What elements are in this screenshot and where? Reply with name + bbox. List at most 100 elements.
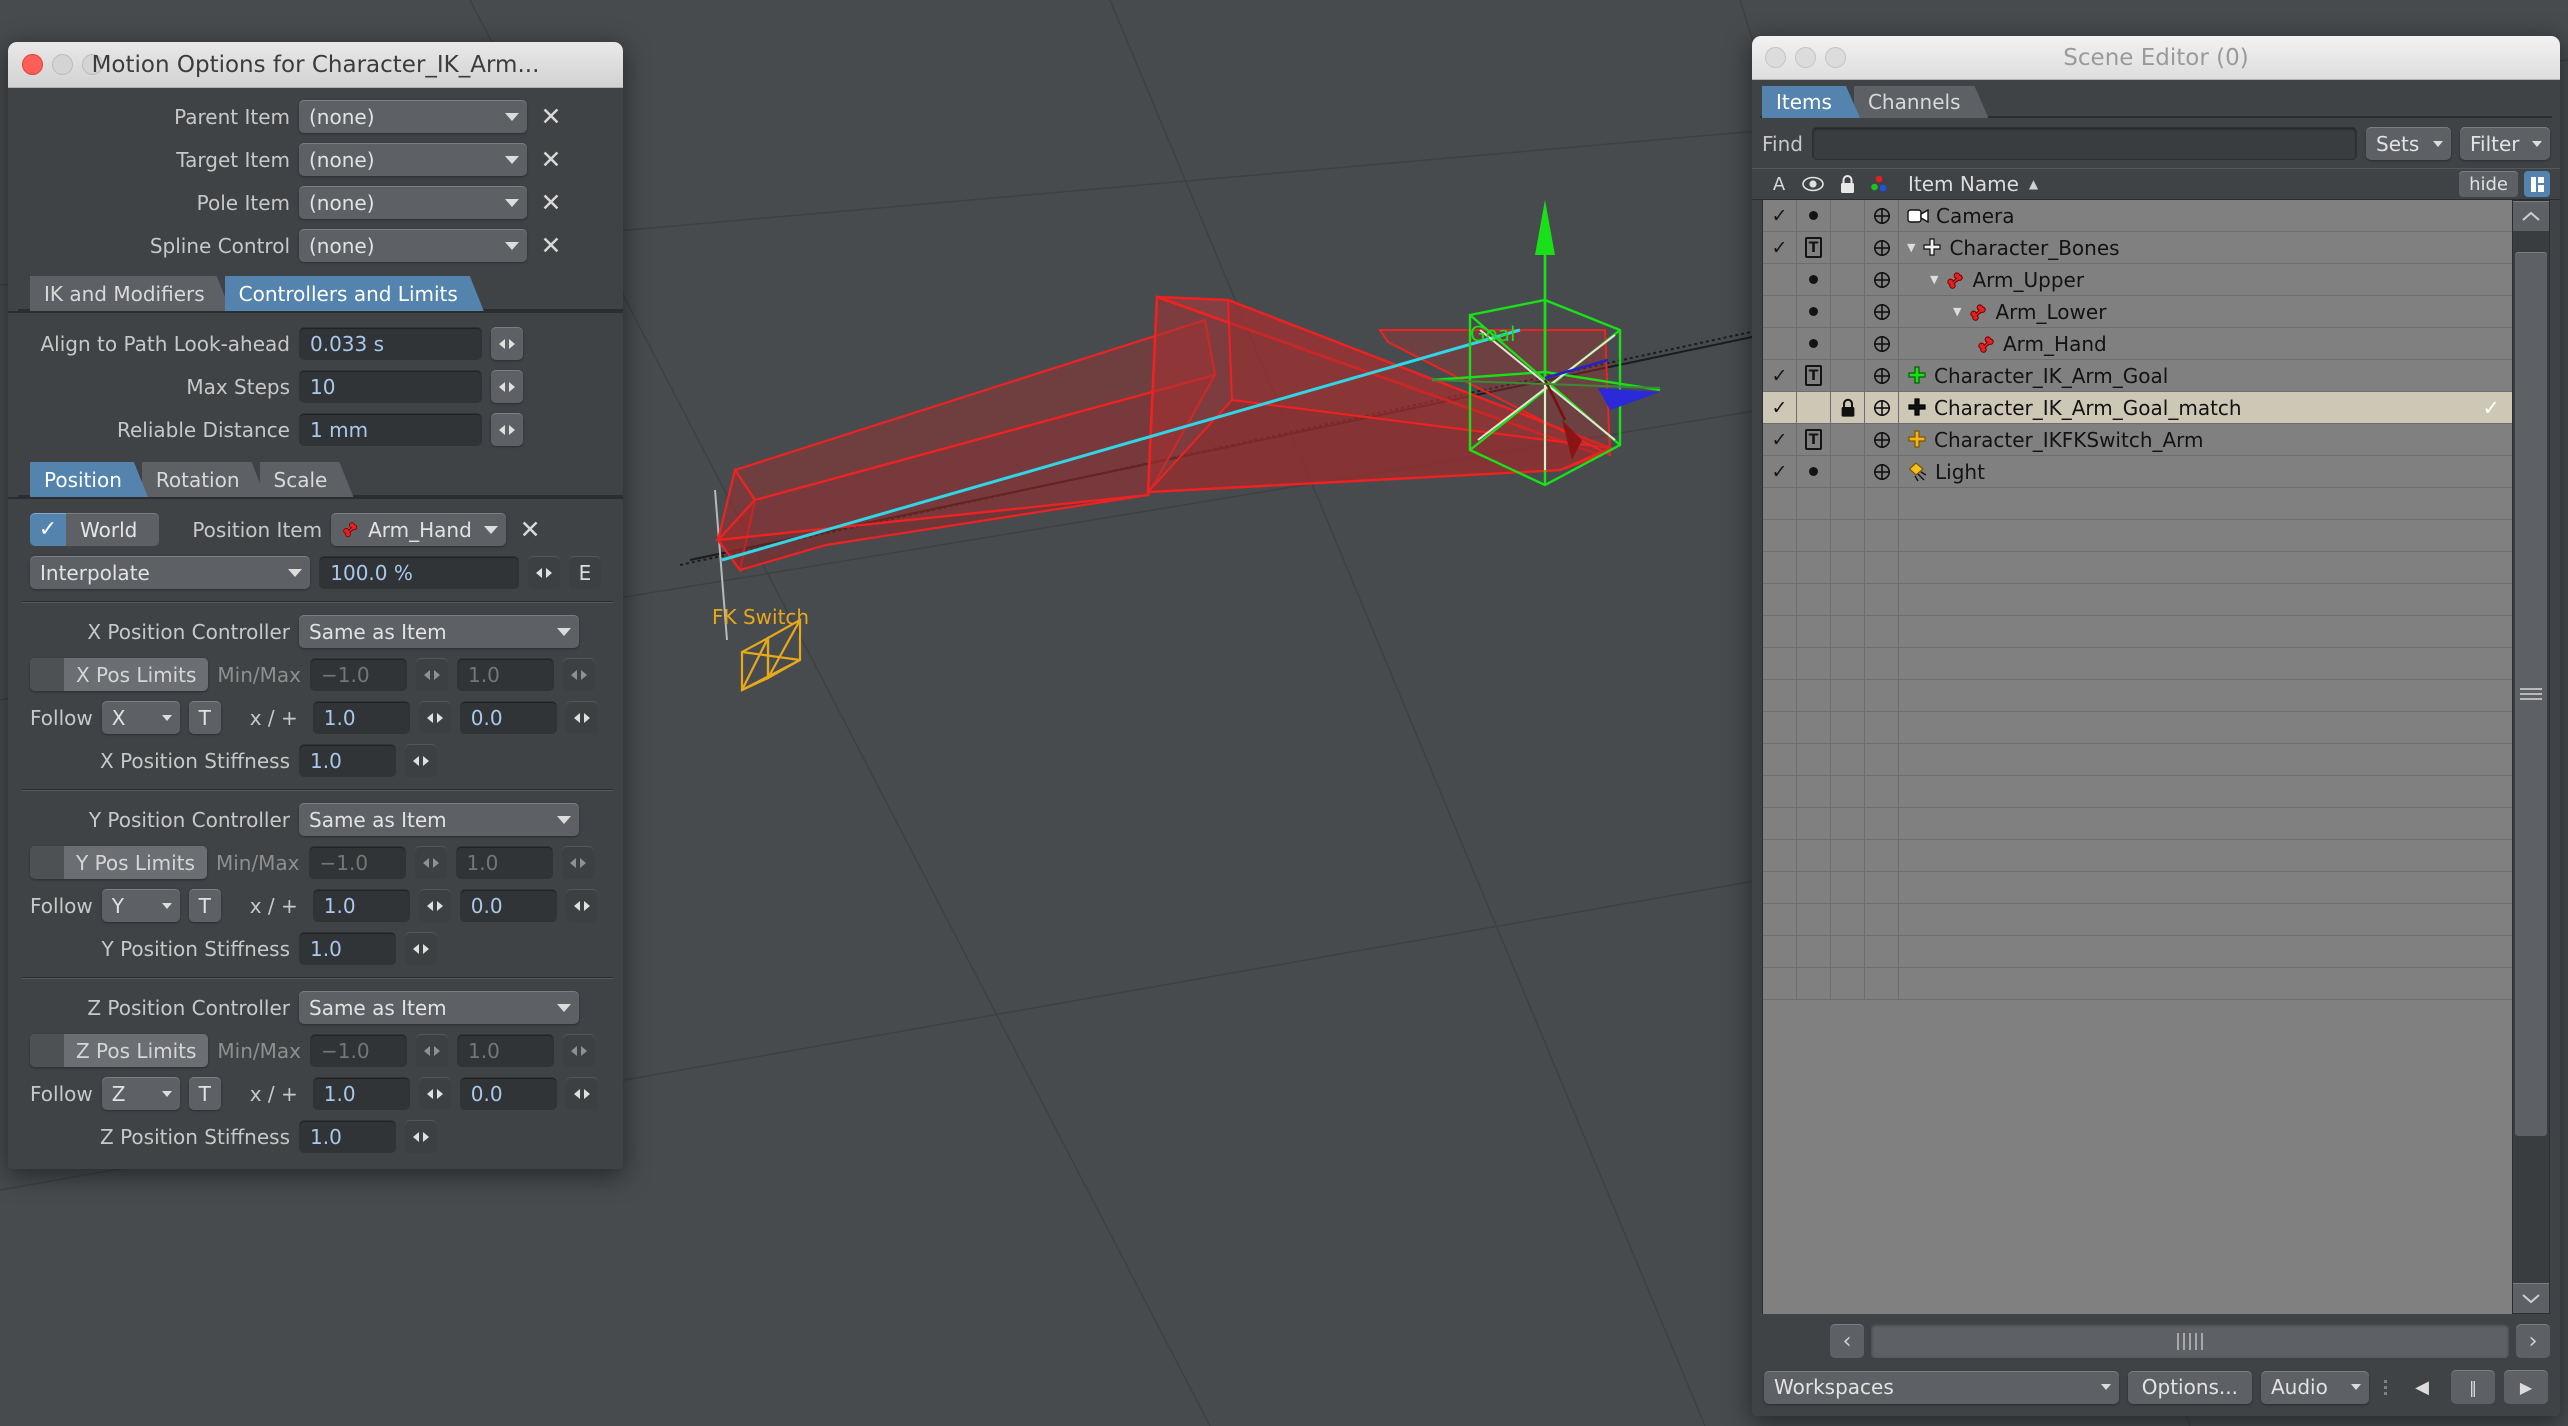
row-pivot-toggle[interactable]	[1865, 200, 1899, 231]
world-checkbox-group[interactable]: ✓ World	[30, 513, 160, 546]
x-pos-limits-checkbox[interactable]	[30, 658, 64, 691]
options-button[interactable]: Options...	[2127, 1370, 2252, 1404]
y-min-spinner[interactable]	[414, 846, 447, 879]
row-active-toggle[interactable]	[1763, 296, 1797, 327]
table-row[interactable]: ▼ Arm_Lower	[1763, 296, 2512, 328]
tab-ik-and-modifiers[interactable]: IK and Modifiers	[30, 276, 231, 311]
close-button[interactable]	[1765, 47, 1786, 68]
table-row[interactable]: ✓ Camera	[1763, 200, 2512, 232]
row-visibility-toggle[interactable]	[1797, 200, 1831, 231]
pole-item-clear-button[interactable]: ✕	[536, 188, 566, 218]
motion-options-window[interactable]: Motion Options for Character_IK_Arm... P…	[8, 42, 623, 1169]
play-button[interactable]: ▶	[2504, 1370, 2548, 1404]
y-position-stiffness-input[interactable]: 1.0	[299, 932, 396, 965]
z-pos-limits-toggle[interactable]: Z Pos Limits	[30, 1034, 209, 1067]
motion-options-titlebar[interactable]: Motion Options for Character_IK_Arm...	[8, 42, 623, 88]
table-row-empty[interactable]	[1763, 552, 2512, 584]
z-max-input[interactable]: 1.0	[457, 1034, 554, 1067]
position-item-clear-button[interactable]: ✕	[515, 515, 545, 545]
row-lock-toggle[interactable]	[1831, 200, 1865, 231]
table-row[interactable]: ▼ Arm_Upper	[1763, 264, 2512, 296]
z-position-stiffness-spinner[interactable]	[405, 1120, 437, 1153]
z-pos-limits-checkbox[interactable]	[30, 1034, 64, 1067]
row-name-cell[interactable]: Camera	[1899, 204, 2512, 228]
align-path-lookahead-spinner[interactable]	[491, 327, 523, 360]
y-multiplier-input[interactable]: 1.0	[312, 889, 410, 922]
tab-controllers-and-limits[interactable]: Controllers and Limits	[225, 276, 484, 311]
z-multiplier-spinner[interactable]	[418, 1077, 451, 1110]
row-visibility-toggle[interactable]: T	[1797, 360, 1831, 391]
maximize-button[interactable]	[82, 54, 103, 75]
horizontal-scroll-thumb[interactable]	[1871, 1324, 2509, 1358]
max-steps-spinner[interactable]	[491, 370, 523, 403]
y-max-input[interactable]: 1.0	[455, 846, 553, 879]
row-pivot-toggle[interactable]	[1865, 360, 1899, 391]
close-button[interactable]	[22, 54, 43, 75]
row-active-toggle[interactable]: ✓	[1763, 360, 1797, 391]
row-name-cell[interactable]: Character_IK_Arm_Goal_match ✓	[1899, 396, 2512, 420]
row-visibility-toggle[interactable]	[1797, 392, 1831, 423]
x-max-spinner[interactable]	[563, 658, 595, 691]
table-row[interactable]: ✓ Light	[1763, 456, 2512, 488]
z-time-button[interactable]: T	[188, 1077, 221, 1110]
row-active-toggle[interactable]: ✓	[1763, 232, 1797, 263]
x-offset-spinner[interactable]	[565, 701, 598, 734]
x-min-input[interactable]: −1.0	[310, 658, 407, 691]
y-pos-limits-toggle[interactable]: Y Pos Limits	[30, 846, 207, 879]
step-back-button[interactable]: ◀	[2402, 1377, 2442, 1398]
table-row-empty[interactable]	[1763, 712, 2512, 744]
z-max-spinner[interactable]	[563, 1034, 595, 1067]
sort-ascending-icon[interactable]: ▲	[2029, 177, 2038, 191]
z-min-input[interactable]: −1.0	[310, 1034, 407, 1067]
minimize-button[interactable]	[1795, 47, 1816, 68]
position-item-dropdown[interactable]: Arm_Hand	[331, 513, 507, 546]
table-row-empty[interactable]	[1763, 744, 2512, 776]
row-pivot-toggle[interactable]	[1865, 328, 1899, 359]
x-follow-axis-dropdown[interactable]: X	[101, 701, 180, 734]
z-follow-axis-dropdown[interactable]: Z	[101, 1077, 180, 1110]
table-row[interactable]: Arm_Hand	[1763, 328, 2512, 360]
z-offset-spinner[interactable]	[565, 1077, 598, 1110]
row-pivot-toggle[interactable]	[1865, 424, 1899, 455]
table-row[interactable]: ✓ T Character_IK_Arm_Goal	[1763, 360, 2512, 392]
row-active-toggle[interactable]: ✓	[1763, 456, 1797, 487]
table-row-empty[interactable]	[1763, 840, 2512, 872]
x-multiplier-spinner[interactable]	[418, 701, 451, 734]
z-position-stiffness-input[interactable]: 1.0	[299, 1120, 396, 1153]
expander-triangle-icon[interactable]: ▼	[1953, 306, 1961, 317]
tab-position[interactable]: Position	[30, 462, 148, 497]
expander-triangle-icon[interactable]: ▼	[1930, 274, 1938, 285]
y-min-input[interactable]: −1.0	[308, 846, 406, 879]
table-row-empty[interactable]	[1763, 872, 2512, 904]
y-max-spinner[interactable]	[561, 846, 594, 879]
minimize-button[interactable]	[52, 54, 73, 75]
spline-control-dropdown[interactable]: (none)	[299, 229, 527, 262]
reliable-distance-input[interactable]: 1 mm	[299, 413, 482, 446]
filter-dropdown[interactable]: Filter	[2460, 127, 2550, 160]
row-name-cell[interactable]: Light	[1899, 460, 2512, 484]
row-pivot-toggle[interactable]	[1865, 392, 1899, 423]
find-input[interactable]	[1811, 127, 2357, 160]
row-name-cell[interactable]: ▼ Arm_Lower	[1899, 300, 2512, 324]
table-row-empty[interactable]	[1763, 680, 2512, 712]
row-lock-toggle[interactable]	[1831, 360, 1865, 391]
interpolate-percent-input[interactable]: 100.0 %	[319, 556, 519, 589]
max-steps-input[interactable]: 10	[299, 370, 482, 403]
expander-triangle-icon[interactable]: ▼	[1907, 242, 1915, 253]
parent-item-dropdown[interactable]: (none)	[299, 100, 527, 133]
hide-button[interactable]: hide	[2459, 171, 2518, 197]
z-position-controller-dropdown[interactable]: Same as Item	[299, 991, 579, 1024]
row-visibility-toggle[interactable]	[1797, 264, 1831, 295]
target-item-dropdown[interactable]: (none)	[299, 143, 527, 176]
x-max-input[interactable]: 1.0	[457, 658, 554, 691]
item-list[interactable]: ✓ Camera ✓ T ▼ Character_Bones ▼ Arm_Upper ▼ Arm_…	[1762, 200, 2512, 1314]
y-multiplier-spinner[interactable]	[418, 889, 451, 922]
y-pos-limits-checkbox[interactable]	[30, 846, 64, 879]
parent-item-clear-button[interactable]: ✕	[536, 102, 566, 132]
table-row-empty[interactable]	[1763, 520, 2512, 552]
column-active-header[interactable]: A	[1762, 169, 1796, 199]
fk-switch-handle[interactable]	[740, 618, 802, 692]
row-active-toggle[interactable]	[1763, 328, 1797, 359]
row-name-cell[interactable]: Arm_Hand	[1899, 332, 2512, 356]
envelope-button[interactable]: E	[569, 556, 601, 589]
